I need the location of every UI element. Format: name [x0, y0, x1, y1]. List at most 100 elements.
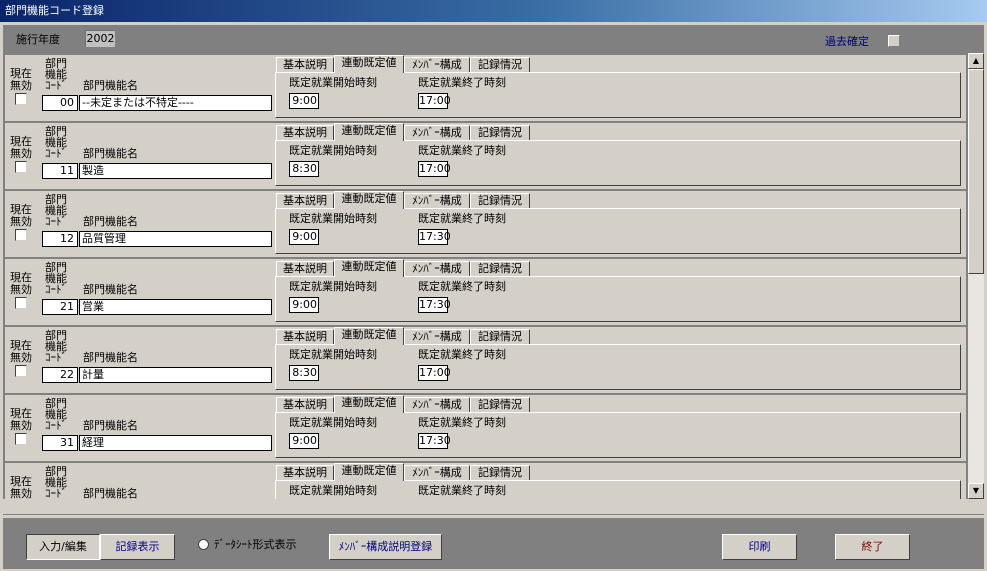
tab-3[interactable]: 記録情況	[470, 465, 530, 481]
invalid-checkbox[interactable]	[15, 93, 27, 105]
start-time-field[interactable]: 8:30	[289, 365, 319, 381]
name-field[interactable]: 計量	[79, 367, 272, 383]
datasheet-radio[interactable]	[198, 539, 209, 550]
invalid-header-line1: 現在	[10, 135, 32, 148]
name-field[interactable]: 経理	[79, 435, 272, 451]
invalid-header-line2: 無効	[10, 147, 32, 160]
invalid-header-line2: 無効	[10, 487, 32, 499]
tab-2[interactable]: ﾒﾝﾊﾞｰ構成	[404, 193, 470, 209]
end-time-label: 既定就業終了時刻	[418, 144, 506, 157]
record-view-button[interactable]: 記録表示	[100, 534, 175, 560]
divider	[3, 514, 984, 515]
invalid-header-line2: 無効	[10, 215, 32, 228]
record-list: 現在 無効 部門 機能 ｺｰﾄﾞ 部門機能名 00 --未定または不特定---- 基本説明 連動既…	[3, 53, 984, 499]
scroll-down-icon[interactable]: ▼	[968, 483, 984, 499]
header-bar: 施行年度 2002 過去確定	[3, 25, 984, 53]
tab-0[interactable]: 基本説明	[276, 397, 334, 413]
member-register-button[interactable]: ﾒﾝﾊﾞｰ構成説明登録	[329, 534, 442, 560]
tab-3[interactable]: 記録情況	[470, 329, 530, 345]
end-time-label: 既定就業終了時刻	[418, 76, 506, 89]
tab-2[interactable]: ﾒﾝﾊﾞｰ構成	[404, 397, 470, 413]
tab-1[interactable]: 連動既定値	[334, 123, 404, 141]
name-field[interactable]: --未定または不特定----	[79, 95, 272, 111]
start-time-label: 既定就業開始時刻	[289, 76, 377, 89]
scroll-up-icon[interactable]: ▲	[968, 53, 984, 69]
code-field[interactable]: 00	[42, 95, 78, 111]
tab-3[interactable]: 記録情況	[470, 57, 530, 73]
tab-3[interactable]: 記録情況	[470, 193, 530, 209]
scroll-thumb[interactable]	[968, 69, 984, 274]
datasheet-view-label: ﾃﾞｰﾀｼｰﾄ形式表示	[214, 538, 297, 551]
tab-0[interactable]: 基本説明	[276, 465, 334, 481]
invalid-checkbox[interactable]	[15, 161, 27, 173]
code-header-line3: ｺｰﾄﾞ	[45, 419, 67, 432]
tab-1[interactable]: 連動既定値	[334, 395, 404, 413]
end-time-field[interactable]: 17:00	[418, 93, 451, 109]
end-time-field[interactable]: 17:00	[418, 365, 451, 381]
end-time-label: 既定就業終了時刻	[418, 416, 506, 429]
tab-0[interactable]: 基本説明	[276, 261, 334, 277]
tab-2[interactable]: ﾒﾝﾊﾞｰ構成	[404, 465, 470, 481]
code-header-line3: ｺｰﾄﾞ	[45, 487, 67, 499]
invalid-checkbox[interactable]	[15, 433, 27, 445]
code-field[interactable]: 12	[42, 231, 78, 247]
tab-1[interactable]: 連動既定値	[334, 191, 404, 209]
end-time-label: 既定就業終了時刻	[418, 212, 506, 225]
tab-2[interactable]: ﾒﾝﾊﾞｰ構成	[404, 125, 470, 141]
tab-0[interactable]: 基本説明	[276, 329, 334, 345]
code-field[interactable]: 31	[42, 435, 78, 451]
record-row: 現在 無効 部門 機能 ｺｰﾄﾞ 部門機能名 11 製造 基本説明 連動既定値 ﾒﾝﾊﾞｰ構成 記録情…	[5, 123, 966, 189]
name-field[interactable]: 品質管理	[79, 231, 272, 247]
invalid-checkbox[interactable]	[15, 229, 27, 241]
code-header-line3: ｺｰﾄﾞ	[45, 283, 67, 296]
record-row: 現在 無効 部門 機能 ｺｰﾄﾞ 部門機能名 00 --未定または不特定---- 基本説明 連動既…	[5, 55, 966, 121]
start-time-field[interactable]: 8:30	[289, 161, 319, 177]
start-time-field[interactable]: 9:00	[289, 433, 319, 449]
year-field[interactable]: 2002	[85, 30, 115, 47]
tab-0[interactable]: 基本説明	[276, 125, 334, 141]
invalid-header-line2: 無効	[10, 419, 32, 432]
end-time-field[interactable]: 17:30	[418, 433, 451, 449]
past-confirm-checkbox[interactable]	[888, 35, 900, 47]
start-time-field[interactable]: 9:00	[289, 93, 319, 109]
code-field[interactable]: 21	[42, 299, 78, 315]
input-edit-button[interactable]: 入力/編集	[26, 534, 100, 560]
tab-3[interactable]: 記録情況	[470, 261, 530, 277]
code-header-line3: ｺｰﾄﾞ	[45, 215, 67, 228]
start-time-field[interactable]: 9:00	[289, 297, 319, 313]
invalid-header-line2: 無効	[10, 351, 32, 364]
tab-1[interactable]: 連動既定値	[334, 463, 404, 481]
tab-2[interactable]: ﾒﾝﾊﾞｰ構成	[404, 261, 470, 277]
end-time-field[interactable]: 17:30	[418, 297, 451, 313]
tab-1[interactable]: 連動既定値	[334, 259, 404, 277]
tab-3[interactable]: 記録情況	[470, 125, 530, 141]
tab-0[interactable]: 基本説明	[276, 193, 334, 209]
start-time-label: 既定就業開始時刻	[289, 144, 377, 157]
invalid-checkbox[interactable]	[15, 297, 27, 309]
start-time-field[interactable]: 9:00	[289, 229, 319, 245]
end-time-field[interactable]: 17:00	[418, 161, 451, 177]
vertical-scrollbar[interactable]: ▲ ▼	[968, 53, 984, 499]
code-header-line3: ｺｰﾄﾞ	[45, 351, 67, 364]
name-field[interactable]: 製造	[79, 163, 272, 179]
code-header-line3: ｺｰﾄﾞ	[45, 79, 67, 92]
code-field[interactable]: 11	[42, 163, 78, 179]
code-field[interactable]: 22	[42, 367, 78, 383]
invalid-checkbox[interactable]	[15, 365, 27, 377]
invalid-header-line1: 現在	[10, 67, 32, 80]
tab-2[interactable]: ﾒﾝﾊﾞｰ構成	[404, 57, 470, 73]
name-field[interactable]: 営業	[79, 299, 272, 315]
footer-bar: 入力/編集 記録表示 ﾃﾞｰﾀｼｰﾄ形式表示 ﾒﾝﾊﾞｰ構成説明登録 印刷 終了	[3, 518, 984, 569]
print-button[interactable]: 印刷	[722, 534, 797, 560]
exit-button[interactable]: 終了	[835, 534, 910, 560]
invalid-header-line1: 現在	[10, 475, 32, 488]
tab-1[interactable]: 連動既定値	[334, 55, 404, 73]
tab-2[interactable]: ﾒﾝﾊﾞｰ構成	[404, 329, 470, 345]
tab-1[interactable]: 連動既定値	[334, 327, 404, 345]
tab-0[interactable]: 基本説明	[276, 57, 334, 73]
name-header: 部門機能名	[83, 147, 138, 160]
end-time-field[interactable]: 17:30	[418, 229, 451, 245]
name-header: 部門機能名	[83, 351, 138, 364]
start-time-label: 既定就業開始時刻	[289, 348, 377, 361]
tab-3[interactable]: 記録情況	[470, 397, 530, 413]
